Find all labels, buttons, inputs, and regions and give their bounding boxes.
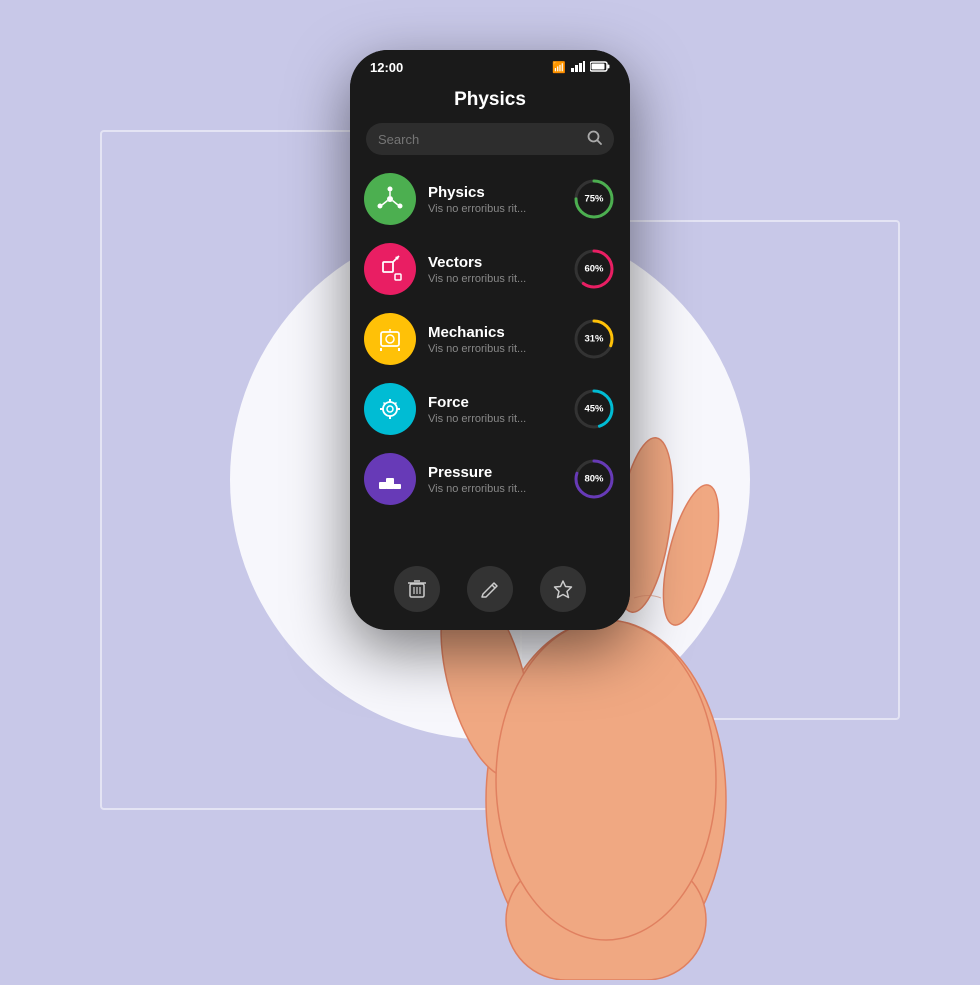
course-item-pressure[interactable]: Pressure Vis no erroribus rit... 80% [364,449,616,509]
course-desc-mechanics: Vis no erroribus rit... [428,343,560,355]
status-time: 12:00 [370,60,403,75]
course-list: Physics Vis no erroribus rit... 75% Vect… [350,169,630,554]
star-button[interactable] [540,566,586,612]
status-icons: 📶 [552,61,610,75]
course-name-mechanics: Mechanics [428,324,560,341]
course-item-mechanics[interactable]: Mechanics Vis no erroribus rit... 31% [364,309,616,369]
course-item-force[interactable]: Force Vis no erroribus rit... 45% [364,379,616,439]
course-info-mechanics: Mechanics Vis no erroribus rit... [428,324,560,355]
course-item-vectors[interactable]: Vectors Vis no erroribus rit... 60% [364,239,616,299]
delete-button[interactable] [394,566,440,612]
progress-circle-physics: 75% [572,177,616,221]
course-icon-mechanics [364,313,416,365]
course-icon-physics [364,173,416,225]
search-container [350,123,630,169]
course-info-force: Force Vis no erroribus rit... [428,394,560,425]
progress-circle-mechanics: 31% [572,317,616,361]
progress-circle-vectors: 60% [572,247,616,291]
course-desc-physics: Vis no erroribus rit... [428,203,560,215]
course-name-force: Force [428,394,560,411]
course-name-pressure: Pressure [428,464,560,481]
course-desc-force: Vis no erroribus rit... [428,413,560,425]
edit-button[interactable] [467,566,513,612]
course-desc-pressure: Vis no erroribus rit... [428,483,560,495]
signal-icon [571,61,585,75]
course-desc-vectors: Vis no erroribus rit... [428,273,560,285]
progress-circle-force: 45% [572,387,616,431]
app-header: Physics [350,81,630,123]
course-info-physics: Physics Vis no erroribus rit... [428,184,560,215]
search-input[interactable] [378,132,579,147]
course-icon-force [364,383,416,435]
course-icon-pressure [364,453,416,505]
course-item-physics[interactable]: Physics Vis no erroribus rit... 75% [364,169,616,229]
search-icon[interactable] [587,130,602,148]
progress-label-physics: 75% [584,194,603,205]
wifi-icon: 📶 [552,61,566,74]
progress-label-mechanics: 31% [584,334,603,345]
phone-wrapper: 12:00 📶 Physics [350,50,630,630]
progress-circle-pressure: 80% [572,457,616,501]
course-name-vectors: Vectors [428,254,560,271]
bottom-nav [350,554,630,630]
course-icon-vectors [364,243,416,295]
progress-label-pressure: 80% [584,474,603,485]
course-info-pressure: Pressure Vis no erroribus rit... [428,464,560,495]
course-name-physics: Physics [428,184,560,201]
progress-label-vectors: 60% [584,264,603,275]
status-bar: 12:00 📶 [350,50,630,81]
battery-icon [590,61,610,75]
course-info-vectors: Vectors Vis no erroribus rit... [428,254,560,285]
search-bar[interactable] [366,123,614,155]
progress-label-force: 45% [584,404,603,415]
phone-screen: 12:00 📶 Physics [350,50,630,630]
app-title: Physics [454,89,526,110]
